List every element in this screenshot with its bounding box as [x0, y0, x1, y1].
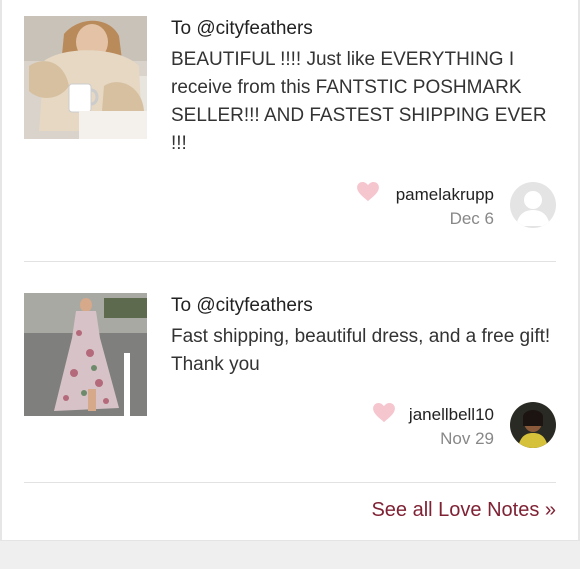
heart-icon[interactable] — [373, 403, 395, 423]
left-edge — [0, 0, 2, 540]
footer-strip — [0, 569, 580, 581]
dress-photo — [24, 293, 147, 416]
note-author[interactable]: janellbell10 — [409, 405, 494, 425]
love-note: To @cityfeathers BEAUTIFUL !!!! Just lik… — [24, 16, 556, 246]
note-date: Nov 29 — [440, 429, 494, 448]
see-all-love-notes-link[interactable]: See all Love Notes » — [371, 499, 556, 522]
note-divider — [24, 482, 556, 483]
sweater-photo — [24, 16, 147, 139]
note-divider — [24, 261, 556, 262]
listing-thumbnail[interactable] — [24, 16, 147, 139]
recipient-line: To @cityfeathers — [171, 18, 313, 39]
note-date: Dec 6 — [449, 209, 494, 228]
note-message: Fast shipping, beautiful dress, and a fr… — [171, 326, 551, 375]
note-author[interactable]: pamelakrupp — [396, 185, 494, 205]
recipient-line: To @cityfeathers — [171, 295, 313, 316]
listing-thumbnail[interactable] — [24, 293, 147, 416]
default-avatar-icon[interactable] — [510, 182, 556, 228]
user-avatar[interactable] — [510, 402, 556, 448]
love-note: To @cityfeathers Fast shipping, beautifu… — [24, 293, 556, 463]
footer-band — [0, 540, 580, 581]
note-message: BEAUTIFUL !!!! Just like EVERYTHING I re… — [171, 49, 547, 154]
heart-icon[interactable] — [357, 182, 379, 202]
